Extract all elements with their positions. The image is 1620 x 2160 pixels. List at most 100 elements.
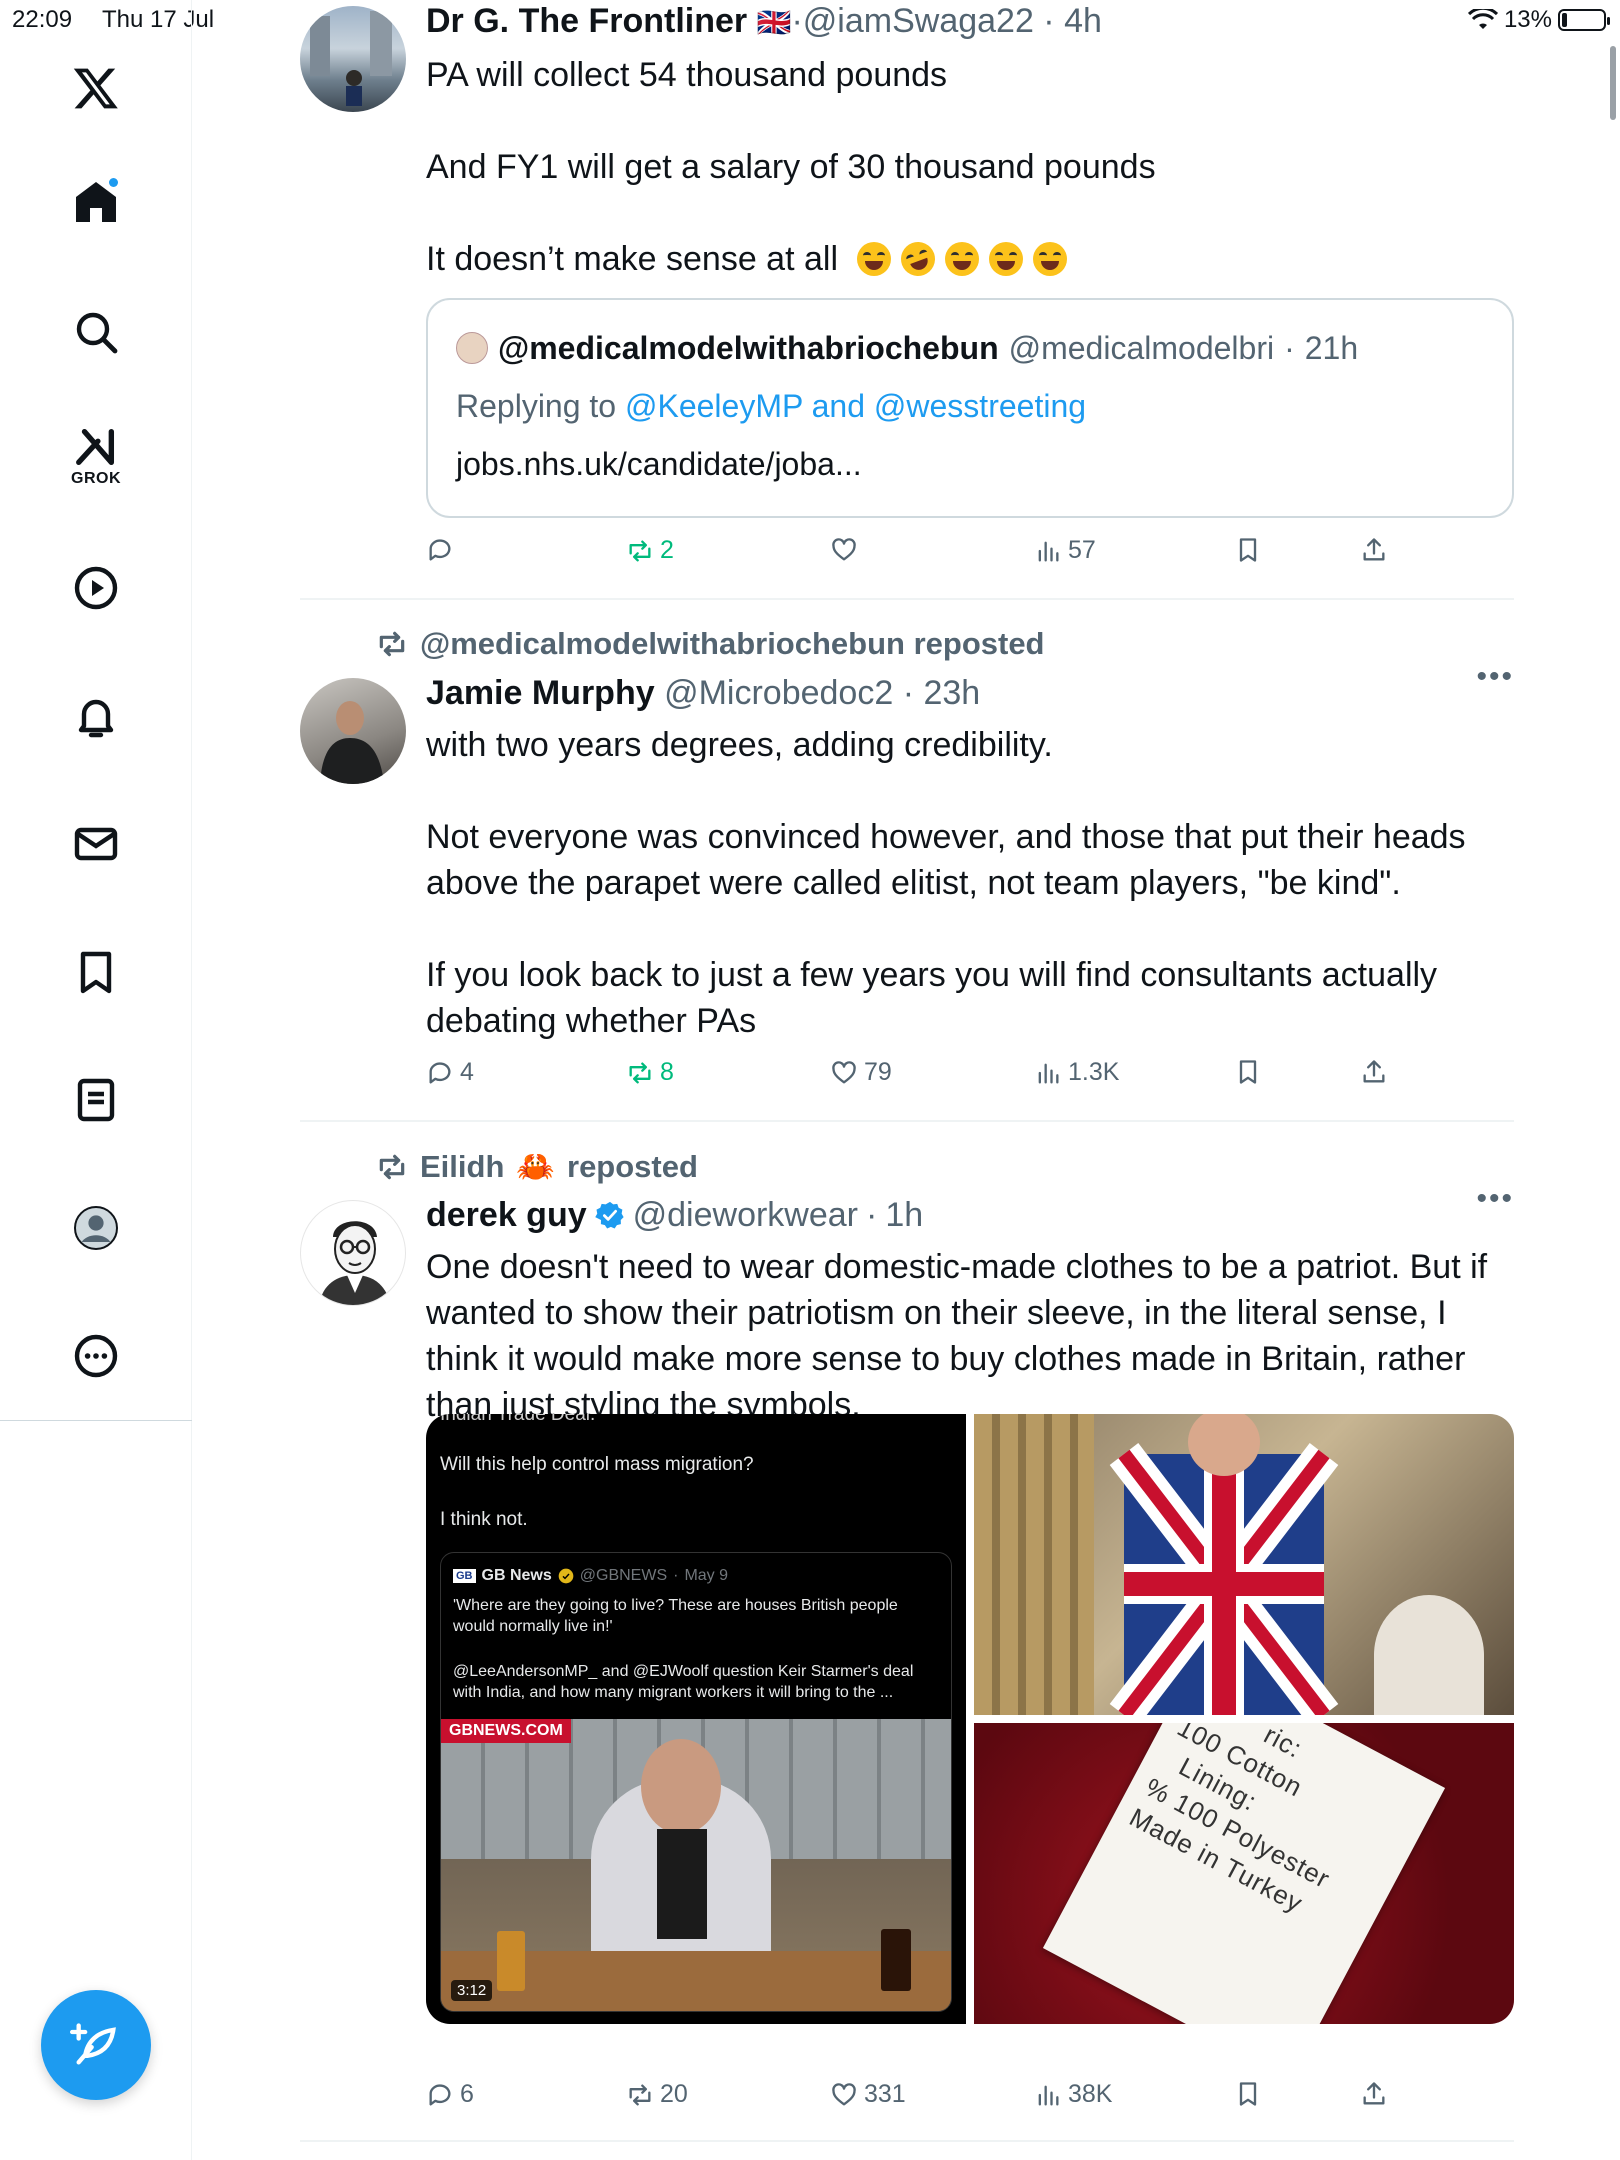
- more-icon[interactable]: [56, 1316, 136, 1396]
- tweet-paragraph: Not everyone was convinced however, and …: [426, 818, 1466, 902]
- author-name[interactable]: Dr G. The Frontliner: [426, 2, 747, 40]
- scrollbar[interactable]: [1610, 46, 1616, 120]
- mail-icon[interactable]: [56, 804, 136, 884]
- share-button[interactable]: [1360, 536, 1388, 564]
- media-screenshot[interactable]: Indian Trade Deal. Will this help contro…: [426, 1414, 966, 2024]
- quote-text: jobs.nhs.uk/candidate/joba...: [456, 446, 862, 482]
- share-icon: [1363, 1060, 1385, 1083]
- bookmark-icon[interactable]: [56, 932, 136, 1012]
- tweet-paragraph: PA will collect 54 thousand pounds: [426, 56, 948, 94]
- x-logo-icon[interactable]: [56, 48, 136, 128]
- quote-time: 21h: [1304, 330, 1359, 366]
- search-icon[interactable]: [56, 292, 136, 372]
- bookmark-button[interactable]: [1234, 1058, 1262, 1086]
- dark-beer-glass: [881, 1929, 911, 1991]
- compose-icon: [70, 2023, 116, 2065]
- laughing-emoji-icon: [856, 242, 891, 276]
- view-count: 38K: [1068, 2080, 1113, 2108]
- bookmark-button[interactable]: [1234, 536, 1262, 564]
- quoted-tweet[interactable]: @medicalmodelwithabriochebun @medicalmod…: [426, 298, 1514, 518]
- views-icon: [1038, 541, 1059, 561]
- grok-icon[interactable]: GROK: [56, 410, 136, 510]
- presenter-shirt: [657, 1829, 707, 1939]
- heart-icon: [832, 2082, 856, 2105]
- tweet-paragraph-text: It doesn’t make sense at all: [426, 240, 839, 278]
- quote-header: @medicalmodelwithabriochebun @medicalmod…: [456, 328, 1484, 368]
- profile-icon[interactable]: [56, 1188, 136, 1268]
- author-name[interactable]: Jamie Murphy: [426, 674, 655, 712]
- author-name[interactable]: derek guy: [426, 1194, 587, 1236]
- replying-prefix: Replying to: [456, 388, 617, 424]
- sidebar-divider: [0, 1420, 192, 1421]
- bookmark-icon: [1239, 538, 1257, 562]
- separator-dot: ·: [866, 1196, 878, 1234]
- view-count: 57: [1068, 536, 1096, 564]
- verified-badge-icon: [594, 1201, 624, 1229]
- battery-icon: [1558, 9, 1610, 31]
- verified-badge-icon: [558, 1568, 574, 1584]
- screenshot-top-text: Indian Trade Deal.: [440, 1414, 596, 1425]
- crab-emoji-icon: 🦀: [516, 1149, 555, 1184]
- reply-count: 4: [460, 1058, 474, 1086]
- reposted-suffix: reposted: [567, 1148, 698, 1184]
- video-icon[interactable]: [56, 548, 136, 628]
- list-icon[interactable]: [56, 1060, 136, 1140]
- media-photo-jacket[interactable]: [974, 1414, 1514, 1715]
- bookmark-button[interactable]: [1234, 2080, 1262, 2108]
- bell-icon[interactable]: [56, 676, 136, 756]
- author-handle[interactable]: @dieworkwear: [633, 1194, 858, 1236]
- reposted-by: @medicalmodelwithabriochebun reposted: [420, 626, 1045, 661]
- author-handle[interactable]: @iamSwaga22: [803, 2, 1034, 40]
- compose-button[interactable]: [41, 1990, 151, 2100]
- author-handle[interactable]: @Microbedoc2: [664, 674, 893, 712]
- tweet[interactable]: Dr G. The Frontliner 🇬🇧·@iamSwaga22 · 4h…: [300, 0, 1514, 600]
- tweet-time[interactable]: 23h: [923, 674, 980, 712]
- replying-to-handles[interactable]: @KeeleyMP and @wesstreeting: [625, 388, 1086, 424]
- tweet[interactable]: Eilidh 🦀 reposted ••• derek guy @diework…: [300, 1122, 1514, 2142]
- repost-button[interactable]: 8: [626, 1058, 674, 1087]
- embedded-post: GB GB News @GBNEWS · May 9 'Where are th…: [440, 1552, 952, 2012]
- share-button[interactable]: [1360, 2080, 1388, 2108]
- views-button[interactable]: 1.3K: [1034, 1058, 1119, 1087]
- views-button[interactable]: 57: [1034, 536, 1096, 565]
- reply-icon: [429, 2083, 451, 2105]
- views-icon: [1038, 1063, 1059, 1083]
- like-button[interactable]: 331: [830, 2080, 906, 2109]
- reply-button[interactable]: [426, 536, 460, 564]
- tweet-header: Dr G. The Frontliner 🇬🇧·@iamSwaga22 · 4h: [426, 0, 1514, 44]
- avatar[interactable]: [300, 6, 406, 112]
- like-button[interactable]: 79: [830, 1058, 892, 1087]
- video-thumbnail[interactable]: GBNEWS.COM 3:12: [441, 1719, 951, 2011]
- bookmark-icon: [1239, 2082, 1257, 2106]
- avatar[interactable]: [300, 678, 406, 784]
- repost-icon: [629, 540, 651, 561]
- media-grid[interactable]: Indian Trade Deal. Will this help contro…: [426, 1414, 1514, 2024]
- repost-count: 8: [660, 1058, 674, 1086]
- clothing-label: ric: 100 Cotton Lining: % 100 Polyester …: [1042, 1723, 1446, 2024]
- reply-button[interactable]: 6: [426, 2080, 474, 2109]
- reply-button[interactable]: 4: [426, 1058, 474, 1087]
- repost-attribution[interactable]: Eilidh 🦀 reposted: [376, 1148, 698, 1185]
- tweet-paragraph: If you look back to just a few years you…: [426, 956, 1438, 1040]
- tweet-content: Jamie Murphy @Microbedoc2 · 23h with two…: [426, 672, 1514, 1044]
- tweet-time[interactable]: 1h: [885, 1194, 923, 1236]
- tweet[interactable]: @medicalmodelwithabriochebun reposted ••…: [300, 600, 1514, 1122]
- quote-author-handle: @medicalmodelbri: [1008, 330, 1275, 366]
- tweet-time[interactable]: 4h: [1064, 2, 1102, 40]
- media-photo-label[interactable]: ric: 100 Cotton Lining: % 100 Polyester …: [974, 1723, 1514, 2024]
- heart-icon: [832, 538, 856, 561]
- tweet-content: derek guy @dieworkwear · 1h One doesn't ne…: [426, 1194, 1514, 1428]
- tweet-text: One doesn't need to wear domestic-made c…: [426, 1244, 1514, 1428]
- embed-text-1: 'Where are they going to live? These are…: [453, 1597, 898, 1635]
- tweet-paragraph: It doesn’t make sense at all: [426, 236, 1514, 282]
- tweet-paragraph: with two years degrees, adding credibili…: [426, 726, 1053, 764]
- like-button[interactable]: [830, 536, 864, 564]
- avatar[interactable]: [300, 1200, 406, 1306]
- share-button[interactable]: [1360, 1058, 1388, 1086]
- repost-button[interactable]: 2: [626, 536, 674, 565]
- views-button[interactable]: 38K: [1034, 2080, 1112, 2109]
- home-icon[interactable]: [56, 162, 136, 242]
- separator-dot: ·: [1284, 330, 1295, 366]
- repost-button[interactable]: 20: [626, 2080, 688, 2109]
- repost-attribution[interactable]: @medicalmodelwithabriochebun reposted: [376, 626, 1045, 662]
